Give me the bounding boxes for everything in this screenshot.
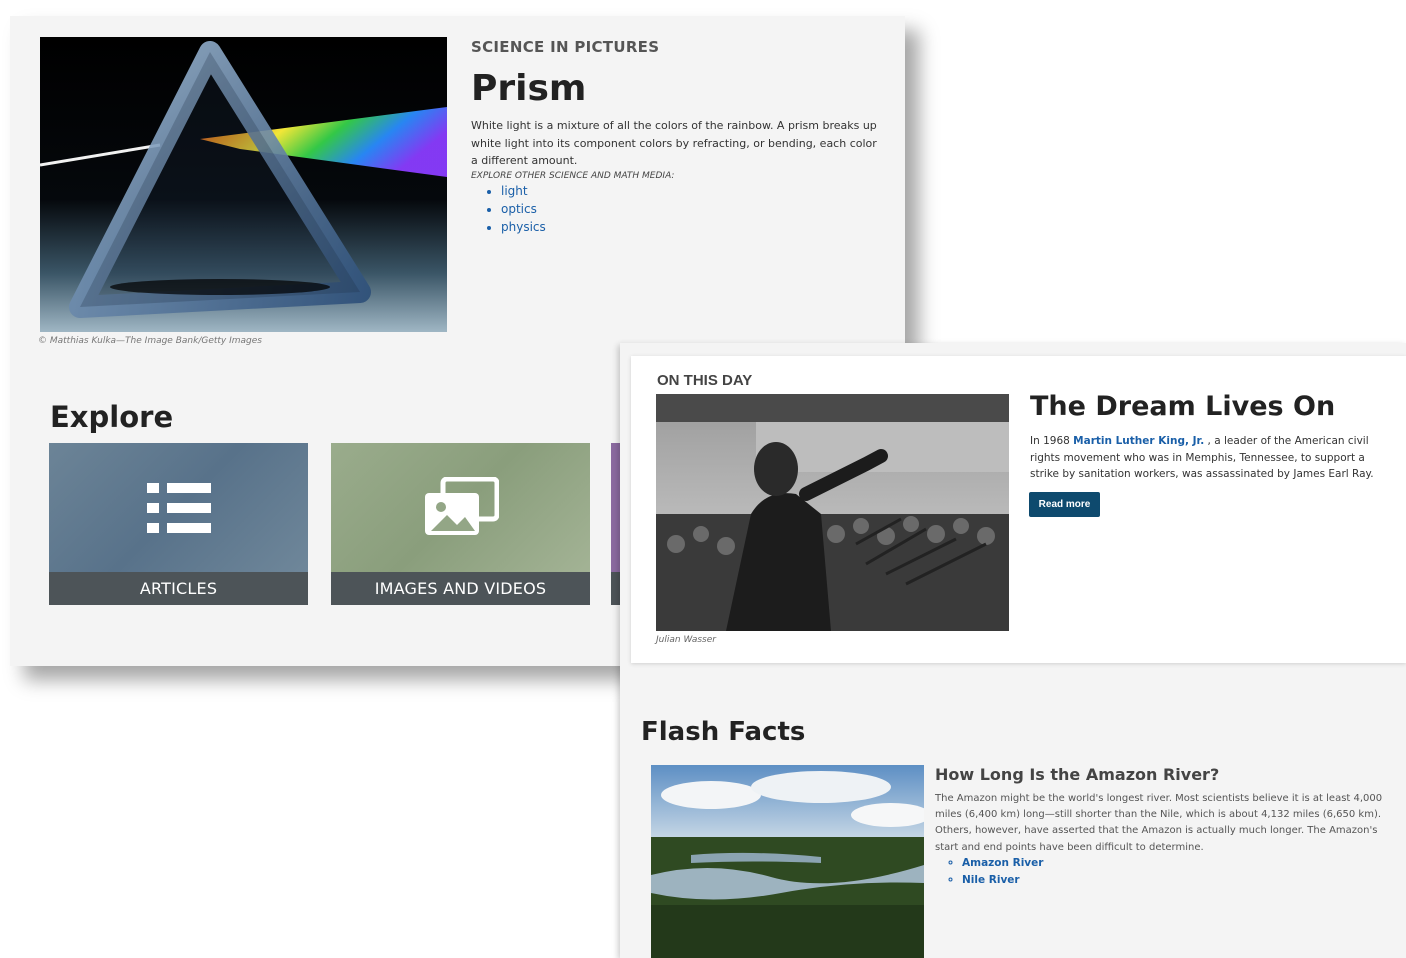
link-physics[interactable]: physics (501, 220, 546, 234)
list-icon (146, 482, 211, 533)
prism-image-credit: © Matthias Kulka—The Image Bank/Getty Im… (38, 336, 262, 346)
gallery-icon (424, 476, 499, 535)
flash-fact-answer: The Amazon might be the world's longest … (935, 793, 1383, 853)
mlk-photo[interactable] (656, 394, 1009, 631)
link-nile-river[interactable]: Nile River (962, 874, 1020, 886)
tile-images-label: IMAGES AND VIDEOS (331, 572, 590, 605)
mlk-link[interactable]: Martin Luther King, Jr. (1073, 435, 1204, 447)
prism-illustration (40, 37, 447, 332)
media-link-item: physics (501, 218, 546, 236)
amazon-river-photo[interactable] (651, 765, 924, 958)
on-this-day-label: ON THIS DAY (657, 372, 753, 389)
flash-facts-heading: Flash Facts (641, 717, 806, 747)
prism-description: White light is a mixture of all the colo… (471, 119, 877, 167)
link-optics[interactable]: optics (501, 202, 537, 216)
link-amazon-river[interactable]: Amazon River (962, 857, 1043, 869)
on-this-day-title[interactable]: The Dream Lives On (1030, 391, 1335, 422)
link-light[interactable]: light (501, 184, 528, 198)
on-this-day-panel: ON THIS DAY Julian Wasser The Dream Live… (631, 356, 1406, 663)
media-link-item: optics (501, 200, 546, 218)
amazon-illustration (651, 765, 924, 958)
homepage-right-card: ON THIS DAY Julian Wasser The Dream Live… (620, 343, 1406, 958)
articles-tile-image (49, 443, 308, 572)
prism-image[interactable] (40, 37, 447, 332)
read-more-button[interactable]: Read more (1029, 492, 1100, 517)
flash-fact-link-item: Amazon River (962, 855, 1043, 872)
explore-media-label: EXPLORE OTHER SCIENCE AND MATH MEDIA: (471, 171, 675, 181)
on-this-day-description: In 1968 Martin Luther King, Jr. , a lead… (1030, 433, 1390, 483)
flash-fact-link-item: Nile River (962, 872, 1043, 889)
section-label: SCIENCE IN PICTURES (471, 38, 660, 56)
mlk-photo-credit: Julian Wasser (656, 635, 716, 645)
tile-articles[interactable]: ARTICLES (49, 443, 308, 605)
flash-fact-question[interactable]: How Long Is the Amazon River? (935, 765, 1219, 784)
media-links: light optics physics (471, 182, 546, 236)
prism-title[interactable]: Prism (471, 68, 586, 109)
mlk-illustration (656, 394, 1009, 631)
images-tile-image (331, 443, 590, 572)
flash-fact-links: Amazon River Nile River (935, 855, 1043, 888)
tile-images-and-videos[interactable]: IMAGES AND VIDEOS (331, 443, 590, 605)
tile-articles-label: ARTICLES (49, 572, 308, 605)
media-link-item: light (501, 182, 546, 200)
desc-before: In 1968 (1030, 435, 1070, 447)
explore-heading: Explore (50, 400, 174, 434)
